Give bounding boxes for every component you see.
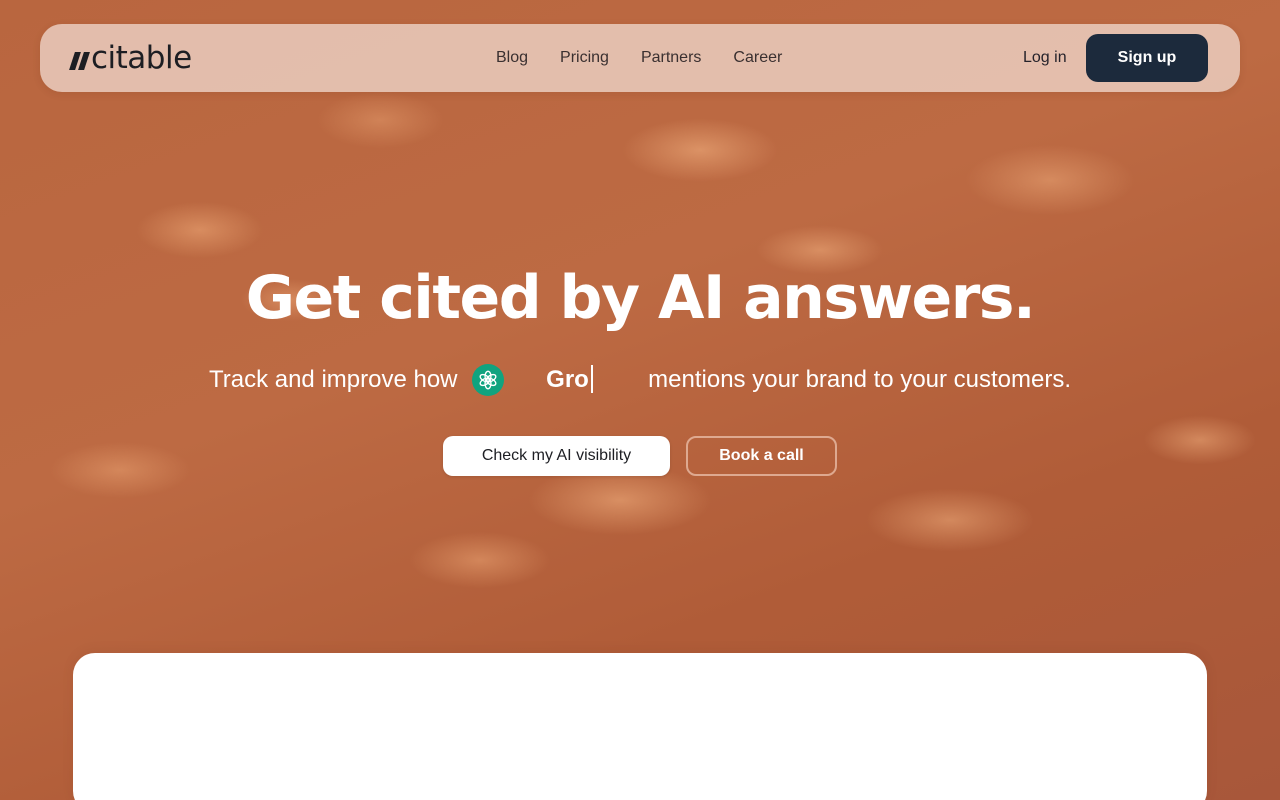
nav-link-pricing[interactable]: Pricing: [560, 46, 609, 70]
top-navbar: citable Blog Pricing Partners Career Log…: [40, 24, 1240, 92]
nav-link-career[interactable]: Career: [733, 46, 782, 70]
citable-logo[interactable]: citable: [69, 38, 192, 78]
check-ai-visibility-button[interactable]: Check my AI visibility: [443, 436, 670, 476]
book-a-call-button[interactable]: Book a call: [686, 436, 837, 476]
typed-ai-name: Gro: [514, 364, 638, 394]
chatgpt-icon: [472, 364, 505, 396]
subtitle-suffix: mentions your brand to your customers.: [648, 366, 1072, 393]
hero-title: Get cited by AI answers.: [245, 263, 1036, 333]
nav-links: Blog Pricing Partners Career: [496, 46, 782, 70]
nav-link-blog[interactable]: Blog: [496, 46, 528, 70]
hero-subtitle: Track and improve how Gro mentions your …: [0, 362, 1280, 398]
logo-mark-icon: [69, 52, 90, 70]
subtitle-prefix: Track and improve how: [208, 366, 465, 393]
preview-card: [73, 653, 1207, 800]
login-link[interactable]: Log in: [1023, 46, 1067, 70]
typing-caret: [590, 364, 593, 393]
typed-text: Gro: [546, 366, 589, 393]
signup-button[interactable]: Sign up: [1086, 34, 1208, 82]
nav-link-partners[interactable]: Partners: [641, 46, 701, 70]
logo-text: citable: [91, 40, 192, 76]
